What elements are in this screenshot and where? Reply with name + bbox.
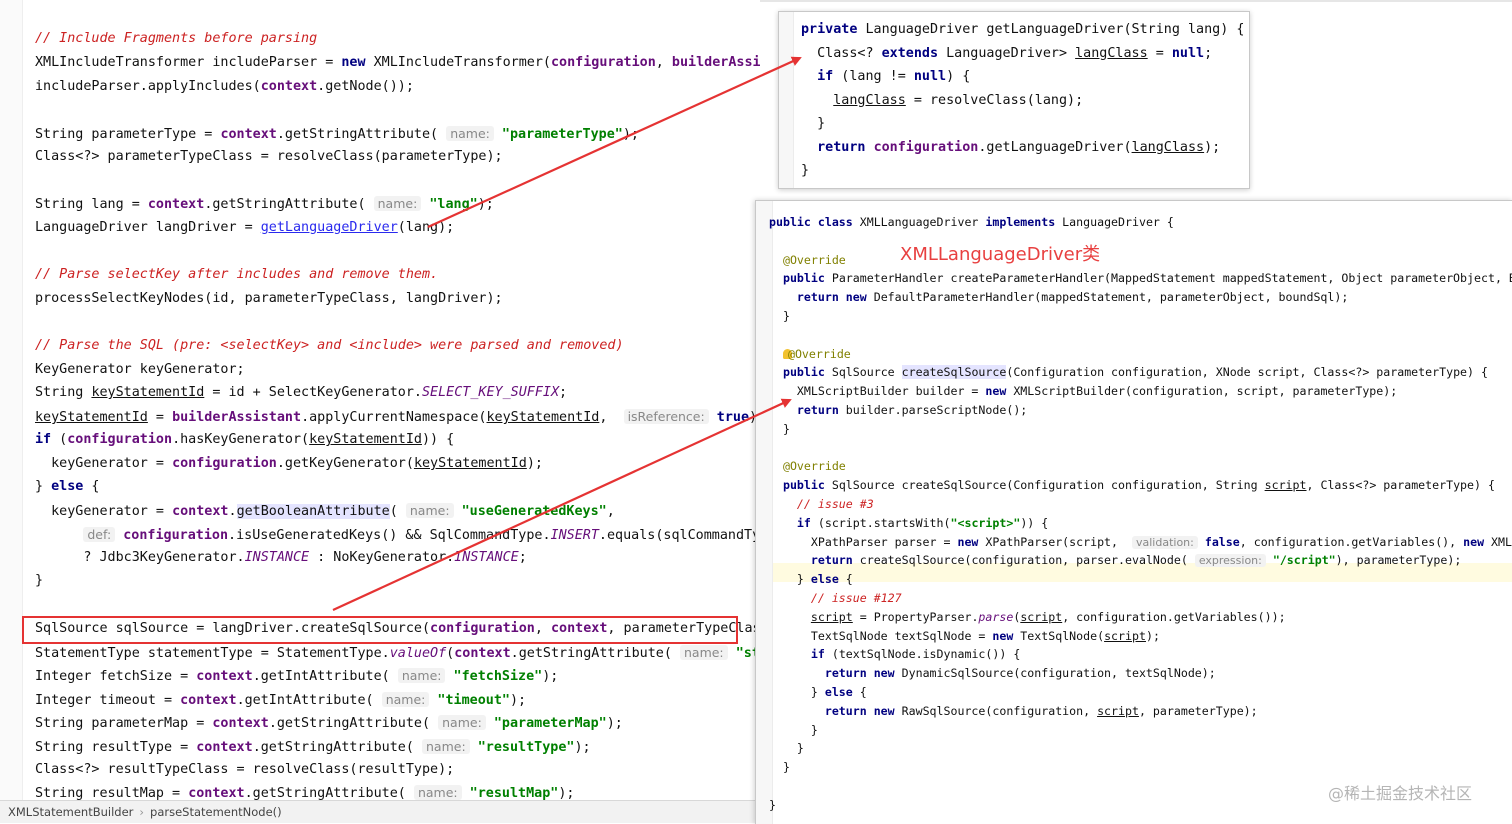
annotation-arrows xyxy=(332,56,802,611)
arrow-to-createSqlSource xyxy=(332,398,792,611)
arrow-to-getLanguageDriver xyxy=(427,56,802,229)
